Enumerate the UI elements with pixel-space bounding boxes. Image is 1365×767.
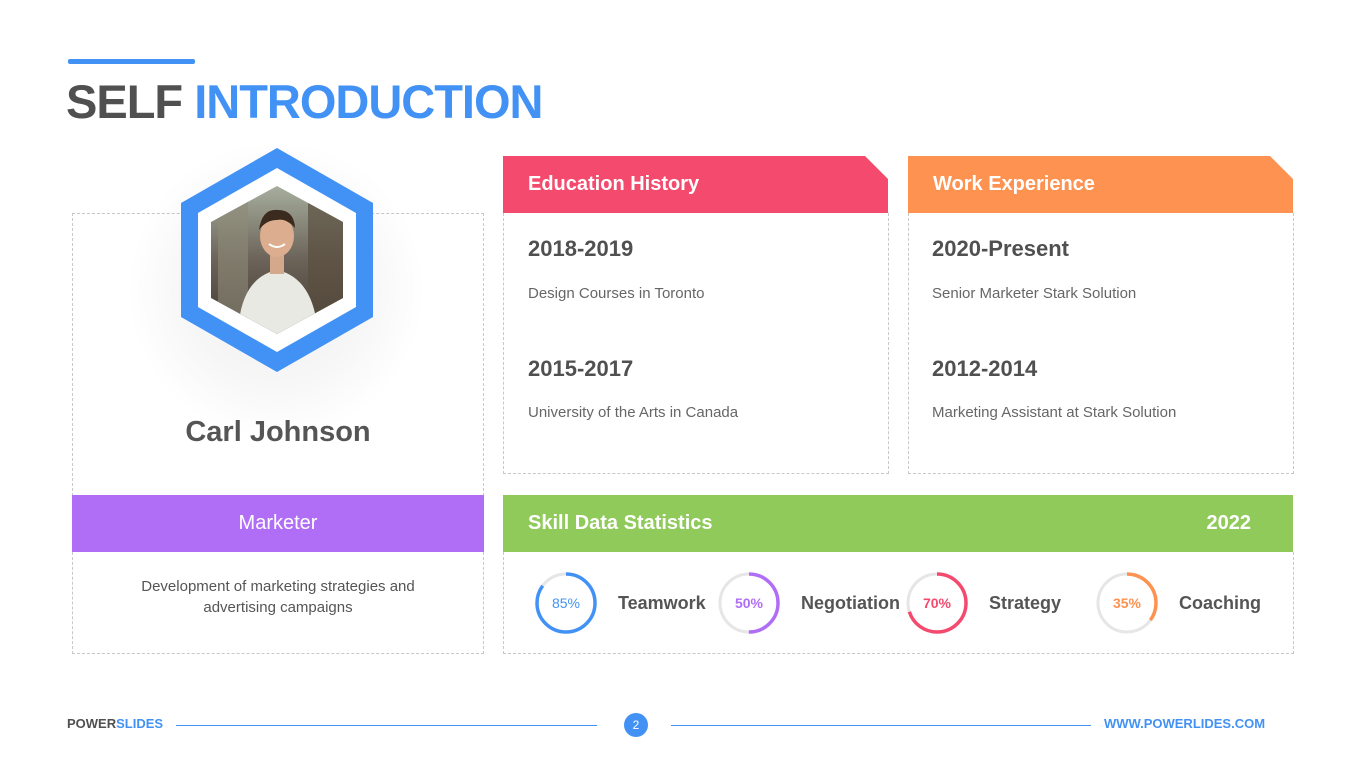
- work-text-1: Senior Marketer Stark Solution: [932, 285, 1137, 302]
- skill-ring-negotiation: 50%: [718, 572, 780, 634]
- skill-ring-teamwork: 85%: [535, 572, 597, 634]
- skill-label-strategy: Strategy: [989, 593, 1062, 613]
- brand-part-2: SLIDES: [116, 716, 164, 731]
- skill-ring-svg: 85%: [535, 572, 597, 634]
- education-year-2: 2015-2017: [528, 356, 634, 381]
- brand-part-1: POWER: [67, 716, 117, 731]
- role-label: Marketer: [238, 512, 318, 534]
- skills-year: 2022: [1206, 512, 1252, 534]
- skill-ring-svg: 35%: [1096, 572, 1158, 634]
- profile-name: Carl Johnson: [185, 416, 371, 448]
- brand-logo: POWERSLIDES: [67, 716, 163, 731]
- page-number-badge: 2: [624, 713, 648, 737]
- skills-header: Skill Data Statistics 2022: [503, 495, 1293, 552]
- skill-label-coaching: Coaching: [1179, 593, 1262, 613]
- education-header-label: Education History: [528, 173, 700, 195]
- work-header: Work Experience: [908, 156, 1293, 213]
- footer-divider-left: [176, 725, 597, 726]
- skill-percent: 70%: [923, 595, 952, 611]
- work-year-1: 2020-Present: [932, 236, 1069, 261]
- skill-label-negotiation: Negotiation: [801, 593, 900, 613]
- education-header: Education History: [503, 156, 888, 213]
- title-accent-bar: [68, 59, 195, 64]
- skill-ring-strategy: 70%: [906, 572, 968, 634]
- work-header-label: Work Experience: [933, 173, 1095, 195]
- role-description-line-1: Development of marketing strategies and: [141, 578, 415, 595]
- skill-ring-svg: 50%: [718, 572, 780, 634]
- skill-percent: 35%: [1113, 595, 1142, 611]
- footer-divider-right: [671, 725, 1091, 726]
- work-year-2: 2012-2014: [932, 356, 1038, 381]
- skill-ring-svg: 70%: [906, 572, 968, 634]
- skill-percent: 85%: [552, 595, 580, 611]
- skill-ring-coaching: 35%: [1096, 572, 1158, 634]
- skill-label-teamwork: Teamwork: [618, 593, 706, 613]
- education-text-2: University of the Arts in Canada: [528, 404, 739, 421]
- footer-url[interactable]: WWW.POWERLIDES.COM: [1104, 716, 1265, 731]
- page-number: 2: [632, 718, 640, 732]
- title-part-1: SELF: [66, 75, 183, 128]
- role-description-line-2: advertising campaigns: [203, 599, 353, 616]
- education-text-1: Design Courses in Toronto: [528, 285, 705, 302]
- education-year-1: 2018-2019: [528, 236, 634, 261]
- skills-header-label: Skill Data Statistics: [528, 512, 713, 534]
- skill-percent: 50%: [735, 595, 764, 611]
- work-text-2: Marketing Assistant at Stark Solution: [932, 404, 1177, 421]
- title-part-2: INTRODUCTION: [194, 75, 543, 128]
- avatar-hexagon: [181, 148, 373, 372]
- page-title: SELF INTRODUCTION: [66, 74, 544, 130]
- role-description: Development of marketing strategies and …: [122, 576, 434, 618]
- role-banner: Marketer: [72, 495, 484, 552]
